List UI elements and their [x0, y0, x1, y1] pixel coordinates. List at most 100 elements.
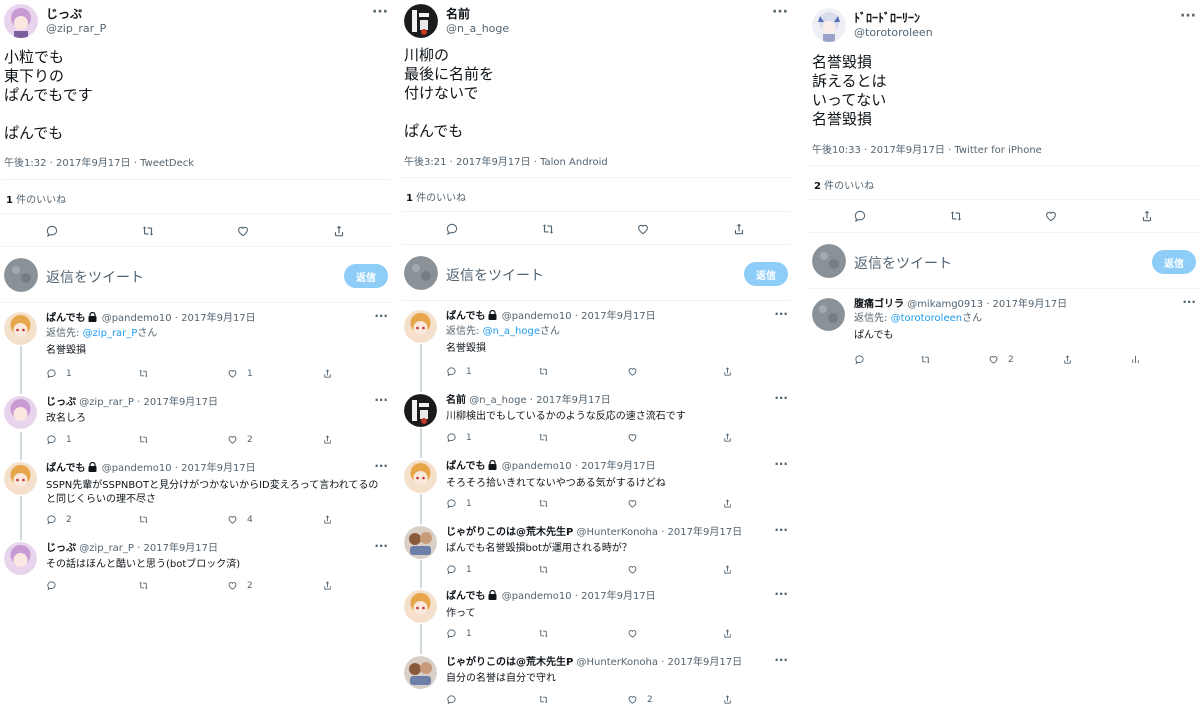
tweet-date[interactable]: · 2017年9月17日 — [137, 543, 218, 554]
retweet-action[interactable] — [538, 564, 558, 575]
author-handle[interactable]: @zip_rar_P — [79, 397, 134, 408]
like-icon[interactable] — [233, 221, 253, 241]
reply-action[interactable] — [446, 694, 466, 705]
mention-link[interactable]: @n_a_hoge — [483, 326, 540, 337]
tweet-date[interactable]: · 2017年9月17日 — [175, 313, 256, 324]
avatar[interactable] — [4, 312, 37, 345]
reply-input[interactable]: 返信をツイート — [46, 267, 144, 287]
avatar[interactable] — [404, 310, 437, 343]
retweet-action[interactable] — [138, 368, 158, 379]
likes-summary[interactable]: 1 件のいいね — [406, 189, 466, 204]
reply-input[interactable]: 返信をツイート — [446, 265, 544, 285]
tweet-meta[interactable]: 午後1:32 · 2017年9月17日 · TweetDeck — [4, 154, 194, 169]
more-options-icon[interactable]: ··· — [374, 393, 388, 407]
share-action[interactable] — [722, 628, 742, 639]
more-options-icon[interactable]: ··· — [372, 4, 388, 20]
tweet-date[interactable]: · 2017年9月17日 — [530, 395, 611, 406]
more-options-icon[interactable]: ··· — [774, 457, 788, 471]
tweet-meta[interactable]: 午後10:33 · 2017年9月17日 · Twitter for iPhon… — [812, 141, 1042, 156]
avatar[interactable] — [404, 394, 437, 427]
reply-icon[interactable] — [442, 219, 462, 239]
tweet-date[interactable]: · 2017年9月17日 — [575, 591, 656, 602]
share-action[interactable] — [322, 434, 342, 445]
reply-action[interactable]: 1 — [446, 432, 472, 443]
author-name[interactable]: じゃがりこのは@荒木先生P — [446, 657, 573, 668]
reply-input[interactable]: 返信をツイート — [854, 253, 952, 273]
likes-summary[interactable]: 1 件のいいね — [6, 191, 66, 206]
author-handle[interactable]: @pandemo10 — [502, 591, 572, 602]
share-action[interactable] — [722, 498, 742, 509]
like-icon[interactable] — [633, 219, 653, 239]
author-handle[interactable]: @pandemo10 — [502, 311, 572, 322]
avatar[interactable] — [4, 4, 38, 38]
reply-action[interactable]: 1 — [46, 368, 72, 379]
more-options-icon[interactable]: ··· — [774, 391, 788, 405]
author-name[interactable]: じっぷ — [46, 543, 76, 554]
reply-icon[interactable] — [42, 221, 62, 241]
like-action[interactable] — [627, 432, 647, 443]
more-options-icon[interactable]: ··· — [774, 523, 788, 537]
like-action[interactable]: 4 — [227, 514, 253, 525]
avatar[interactable] — [4, 462, 37, 495]
like-action[interactable]: 2 — [227, 434, 253, 445]
analytics-icon[interactable] — [1130, 354, 1150, 365]
avatar[interactable] — [812, 8, 846, 42]
main-author-name[interactable]: ﾄﾞﾛｰﾄﾞﾛｰﾘｰﾝ — [854, 11, 933, 26]
main-author-handle[interactable]: @torotoroleen — [854, 26, 933, 40]
more-options-icon[interactable]: ··· — [1182, 295, 1196, 309]
like-action[interactable]: 2 — [988, 354, 1014, 365]
like-action[interactable] — [627, 628, 647, 639]
author-name[interactable]: じゃがりこのは@荒木先生P — [446, 527, 573, 538]
likes-summary[interactable]: 2 件のいいね — [814, 177, 874, 192]
like-action[interactable] — [627, 366, 647, 377]
author-handle[interactable]: @pandemo10 — [502, 461, 572, 472]
reply-action[interactable]: 1 — [46, 434, 72, 445]
reply-action[interactable]: 1 — [446, 564, 472, 575]
share-action[interactable] — [322, 368, 342, 379]
author-name[interactable]: 名前 — [446, 395, 466, 406]
retweet-icon[interactable] — [946, 206, 966, 226]
avatar[interactable] — [404, 656, 437, 689]
retweet-action[interactable] — [538, 366, 558, 377]
more-options-icon[interactable]: ··· — [374, 539, 388, 553]
avatar[interactable] — [404, 590, 437, 623]
avatar[interactable] — [404, 526, 437, 559]
mention-link[interactable]: @zip_rar_P — [83, 328, 138, 339]
author-handle[interactable]: @n_a_hoge — [469, 395, 526, 406]
share-action[interactable] — [722, 564, 742, 575]
author-handle[interactable]: @pandemo10 — [102, 463, 172, 474]
share-action[interactable] — [722, 432, 742, 443]
more-options-icon[interactable]: ··· — [374, 309, 388, 323]
avatar[interactable] — [4, 542, 37, 575]
tweet-date[interactable]: · 2017年9月17日 — [575, 311, 656, 322]
reply-submit-button[interactable]: 返信 — [1152, 250, 1196, 274]
reply-action[interactable] — [854, 354, 874, 365]
author-name[interactable]: 腹痛ゴリラ — [854, 299, 904, 310]
share-action[interactable] — [722, 694, 742, 705]
reply-submit-button[interactable]: 返信 — [744, 262, 788, 286]
tweet-date[interactable]: · 2017年9月17日 — [175, 463, 256, 474]
main-author-handle[interactable]: @zip_rar_P — [46, 22, 106, 36]
retweet-action[interactable] — [538, 432, 558, 443]
retweet-action[interactable] — [920, 354, 940, 365]
reply-action[interactable]: 1 — [446, 498, 472, 509]
share-action[interactable] — [1062, 354, 1082, 365]
author-handle[interactable]: @HunterKonoha — [577, 527, 658, 538]
share-action[interactable] — [722, 366, 742, 377]
mention-link[interactable]: @torotoroleen — [891, 313, 963, 324]
like-action[interactable]: 2 — [227, 580, 253, 591]
share-icon[interactable] — [729, 219, 749, 239]
share-action[interactable] — [322, 514, 342, 525]
retweet-action[interactable] — [138, 434, 158, 445]
more-options-icon[interactable]: ··· — [774, 587, 788, 601]
retweet-icon[interactable] — [538, 219, 558, 239]
more-options-icon[interactable]: ··· — [374, 459, 388, 473]
tweet-date[interactable]: · 2017年9月17日 — [986, 299, 1067, 310]
tweet-date[interactable]: · 2017年9月17日 — [137, 397, 218, 408]
main-author-name[interactable]: 名前 — [446, 7, 509, 22]
tweet-date[interactable]: · 2017年9月17日 — [661, 657, 742, 668]
like-action[interactable] — [627, 498, 647, 509]
share-icon[interactable] — [329, 221, 349, 241]
tweet-meta[interactable]: 午後3:21 · 2017年9月17日 · Talon Android — [404, 153, 608, 168]
reply-action[interactable] — [46, 580, 66, 591]
